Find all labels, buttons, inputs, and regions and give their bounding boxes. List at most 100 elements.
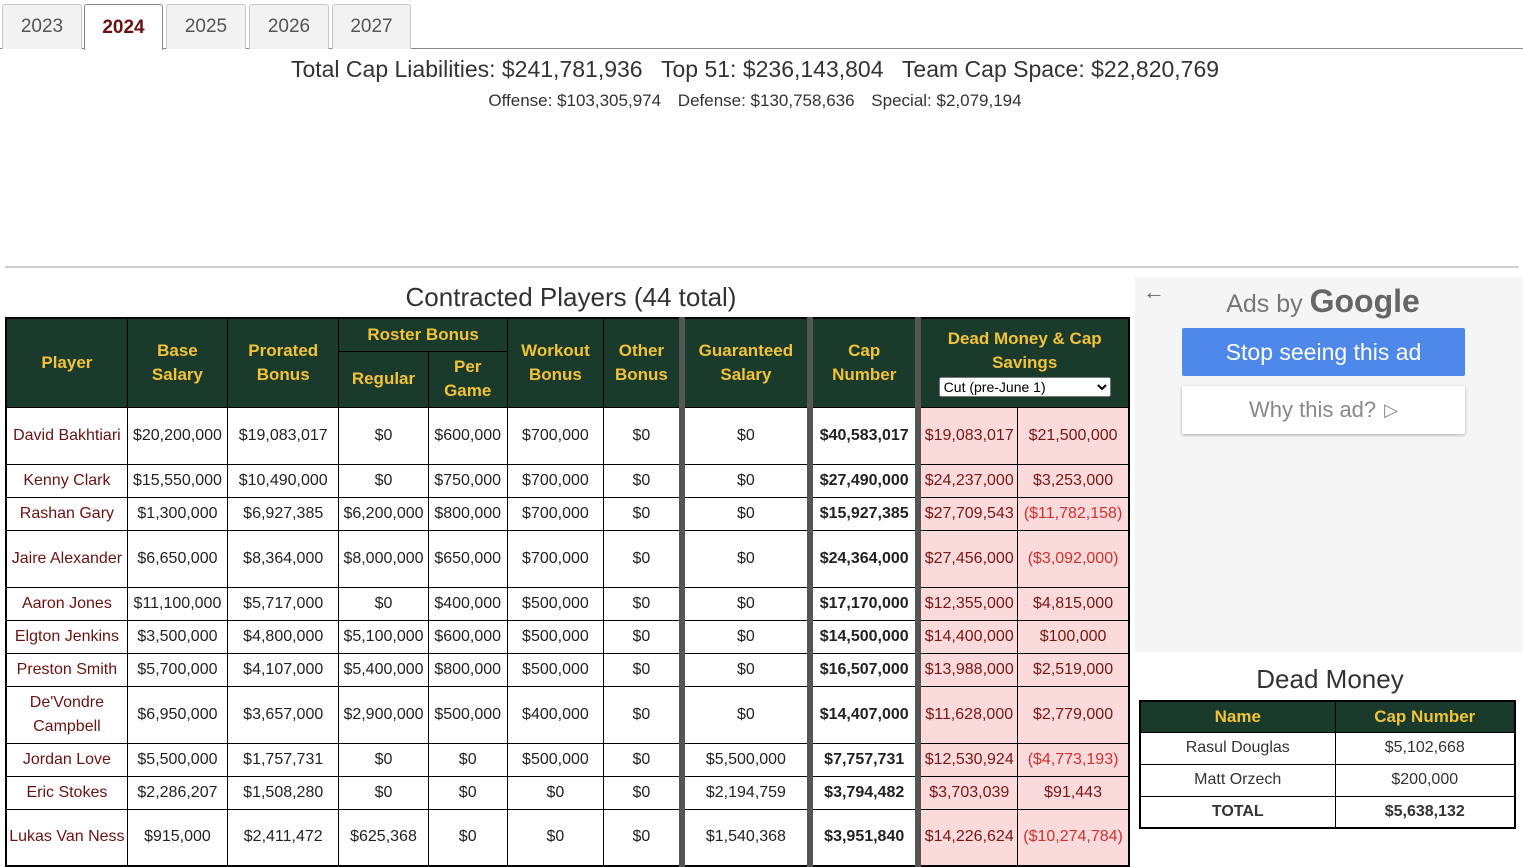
other-bonus-cell: $0 <box>603 619 683 654</box>
header-workout-bonus[interactable]: Workout Bonus <box>506 317 605 408</box>
header-roster-per-game[interactable]: Per Game <box>427 350 508 408</box>
total-label: TOTAL <box>1139 795 1336 829</box>
player-name-cell[interactable]: Jaire Alexander <box>5 529 128 588</box>
other-bonus-cell: $0 <box>603 652 683 687</box>
header-prorated-bonus[interactable]: Prorated Bonus <box>227 317 340 408</box>
roster-regular-cell: $0 <box>338 586 429 621</box>
base-salary-cell: $15,550,000 <box>126 463 229 498</box>
roster-regular-cell: $2,900,000 <box>338 685 429 744</box>
roster-regular-cell: $8,000,000 <box>338 529 429 588</box>
prorated-bonus-cell: $19,083,017 <box>227 406 340 465</box>
base-salary-cell: $6,950,000 <box>126 685 229 744</box>
dead-money-cell: $11,628,000 <box>915 685 1019 744</box>
ad-panel: ← Ads by Google Stop seeing this ad Why … <box>1135 277 1523 652</box>
cap-number-cell: $17,170,000 <box>807 586 919 621</box>
other-bonus-cell: $0 <box>603 685 683 744</box>
prorated-bonus-cell: $4,107,000 <box>227 652 340 687</box>
prorated-bonus-cell: $4,800,000 <box>227 619 340 654</box>
other-bonus-cell: $0 <box>603 775 683 810</box>
roster-regular-cell: $0 <box>338 742 429 777</box>
base-salary-cell: $6,650,000 <box>126 529 229 588</box>
total-cap-liabilities: Total Cap Liabilities: $241,781,936 <box>290 56 643 82</box>
prorated-bonus-cell: $6,927,385 <box>227 496 340 531</box>
cap-savings-cell: $21,500,000 <box>1017 406 1130 465</box>
table-row: Aaron Jones $11,100,000 $5,717,000 $0 $400,0… <box>5 586 1130 621</box>
cap-savings-cell: $3,253,000 <box>1017 463 1130 498</box>
roster-regular-cell: $0 <box>338 463 429 498</box>
tab-2024[interactable]: 2024 <box>84 4 163 50</box>
dead-money-cell: $19,083,017 <box>915 406 1019 465</box>
roster-regular-cell: $5,100,000 <box>338 619 429 654</box>
roster-regular-cell: $0 <box>338 406 429 465</box>
workout-bonus-cell: $0 <box>506 808 605 867</box>
player-name-cell[interactable]: David Bakhtiari <box>5 406 128 465</box>
header-dead-money-cap-savings: Dead Money & Cap Savings Cut (pre-June 1… <box>915 317 1130 408</box>
other-bonus-cell: $0 <box>603 463 683 498</box>
total-value: $5,638,132 <box>1334 795 1516 829</box>
cap-number-cell: $14,407,000 <box>807 685 919 744</box>
divider <box>5 266 1519 268</box>
header-roster-regular[interactable]: Regular <box>338 350 429 408</box>
contracted-players-table: Player Base Salary Prorated Bonus Roster… <box>5 317 1130 867</box>
header-dead-cap-number[interactable]: Cap Number <box>1334 700 1516 733</box>
player-name-cell[interactable]: Eric Stokes <box>5 775 128 810</box>
why-this-ad-label: Why this ad? <box>1248 397 1377 422</box>
base-salary-cell: $2,286,207 <box>126 775 229 810</box>
table-row: De'Vondre Campbell $6,950,000 $3,657,000 $2… <box>5 685 1130 744</box>
header-base-salary[interactable]: Base Salary <box>126 317 229 408</box>
cap-number-cell: $14,500,000 <box>807 619 919 654</box>
workout-bonus-cell: $700,000 <box>506 496 605 531</box>
header-cap-number[interactable]: Cap Number <box>807 317 919 408</box>
prorated-bonus-cell: $8,364,000 <box>227 529 340 588</box>
header-player[interactable]: Player <box>5 317 128 408</box>
player-name-cell[interactable]: Jordan Love <box>5 742 128 777</box>
player-name-cell[interactable]: Preston Smith <box>5 652 128 687</box>
workout-bonus-cell: $0 <box>506 775 605 810</box>
cut-timing-select[interactable]: Cut (pre-June 1) <box>938 376 1111 397</box>
tab-2026[interactable]: 2026 <box>249 4 329 49</box>
base-salary-cell: $5,500,000 <box>126 742 229 777</box>
cap-number-cell: $16,507,000 <box>807 652 919 687</box>
workout-bonus-cell: $700,000 <box>506 529 605 588</box>
stop-seeing-ad-button[interactable]: Stop seeing this ad <box>1182 328 1465 376</box>
header-other-bonus[interactable]: Other Bonus <box>603 317 683 408</box>
tab-2027[interactable]: 2027 <box>332 4 411 49</box>
roster-per-game-cell: $750,000 <box>427 463 508 498</box>
team-cap-space: Team Cap Space: $22,820,769 <box>901 56 1220 82</box>
other-bonus-cell: $0 <box>603 742 683 777</box>
player-name-cell[interactable]: Elgton Jenkins <box>5 619 128 654</box>
player-name-cell[interactable]: Aaron Jones <box>5 586 128 621</box>
other-bonus-cell: $0 <box>603 586 683 621</box>
header-guaranteed-salary[interactable]: Guaranteed Salary <box>678 317 811 408</box>
player-name-cell[interactable]: Rashan Gary <box>5 496 128 531</box>
workout-bonus-cell: $700,000 <box>506 406 605 465</box>
dead-money-cell: $14,400,000 <box>915 619 1019 654</box>
header-dead-name[interactable]: Name <box>1139 700 1336 733</box>
player-name-cell[interactable]: Lukas Van Ness <box>5 808 128 867</box>
special-total: Special: $2,079,194 <box>871 91 1022 110</box>
player-name-cell[interactable]: Kenny Clark <box>5 463 128 498</box>
roster-regular-cell: $6,200,000 <box>338 496 429 531</box>
workout-bonus-cell: $500,000 <box>506 742 605 777</box>
base-salary-cell: $5,700,000 <box>126 652 229 687</box>
table-row: Matt Orzech $200,000 <box>1139 763 1516 797</box>
player-name-cell[interactable]: De'Vondre Campbell <box>5 685 128 744</box>
total-row: TOTAL $5,638,132 <box>1139 795 1516 829</box>
cap-savings-cell: ($10,274,784) <box>1017 808 1130 867</box>
cap-number-cell: $27,490,000 <box>807 463 919 498</box>
dead-cap-cell: $200,000 <box>1334 763 1516 797</box>
table-row: Jordan Love $5,500,000 $1,757,731 $0 $0 $500,… <box>5 742 1130 777</box>
dead-cap-cell: $5,102,668 <box>1334 731 1516 765</box>
workout-bonus-cell: $500,000 <box>506 586 605 621</box>
tab-2023[interactable]: 2023 <box>2 4 82 49</box>
prorated-bonus-cell: $1,757,731 <box>227 742 340 777</box>
roster-regular-cell: $5,400,000 <box>338 652 429 687</box>
roster-per-game-cell: $800,000 <box>427 496 508 531</box>
why-this-ad-button[interactable]: Why this ad? ▷ <box>1182 386 1465 434</box>
tab-2025[interactable]: 2025 <box>166 4 246 49</box>
base-salary-cell: $915,000 <box>126 808 229 867</box>
prorated-bonus-cell: $3,657,000 <box>227 685 340 744</box>
prorated-bonus-cell: $1,508,280 <box>227 775 340 810</box>
dead-money-cell: $12,355,000 <box>915 586 1019 621</box>
cap-savings-cell: $100,000 <box>1017 619 1130 654</box>
